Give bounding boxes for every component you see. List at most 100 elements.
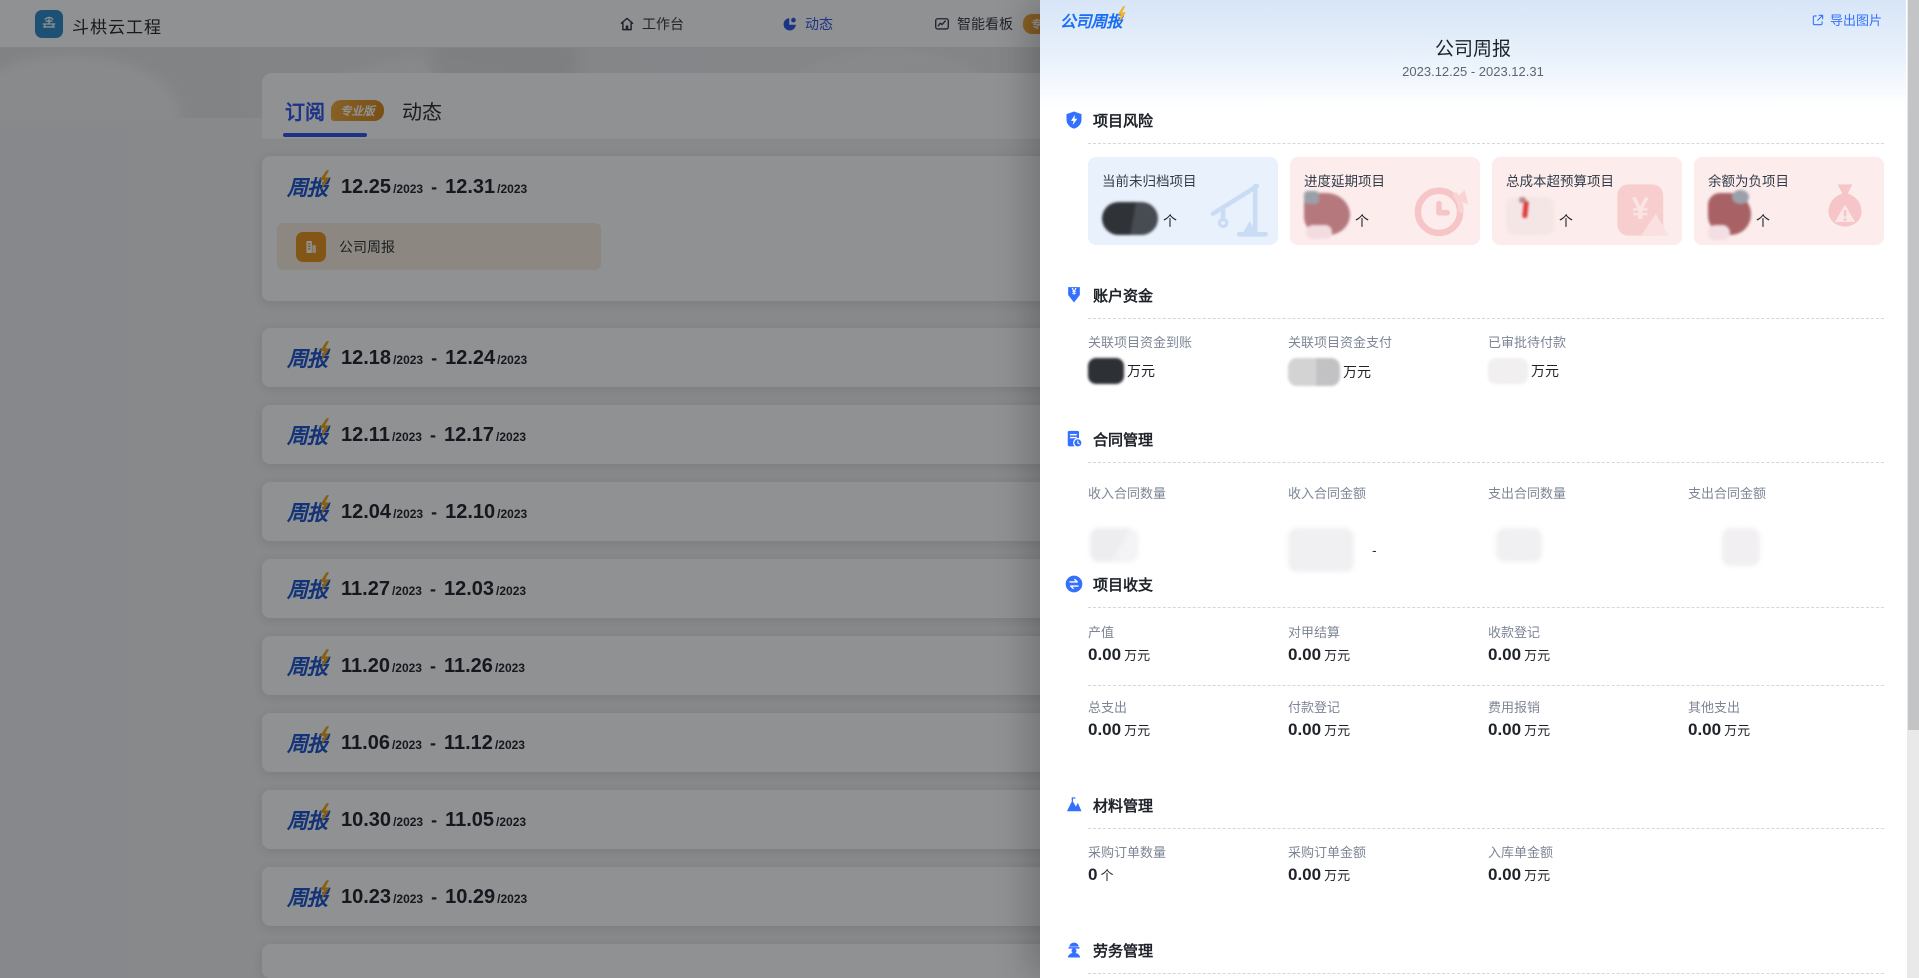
- export-icon: [1811, 13, 1825, 27]
- stat-output-value: 产值 0.00万元: [1088, 622, 1288, 669]
- stat-value: 0: [1088, 865, 1097, 885]
- redacted-value: [1506, 197, 1554, 235]
- dash-value: -: [1372, 542, 1377, 558]
- svg-text:¥: ¥: [1072, 287, 1077, 297]
- stat-unit: 万元: [1524, 865, 1550, 884]
- moneybag-warning-icon: [1812, 177, 1878, 243]
- stat-unit: 万元: [1724, 720, 1750, 739]
- shield-bolt-icon: [1064, 110, 1084, 130]
- redacted-value: [1488, 358, 1528, 384]
- stat-purchase-order-amount: 采购订单金额 0.00万元: [1288, 842, 1488, 889]
- app-root: 斗栱云工程 工作台 动态 智能看板 专业版: [0, 0, 1919, 978]
- risk-unit: 个: [1559, 211, 1573, 235]
- stat-value: 0.00: [1488, 865, 1521, 885]
- stat-value: 0.00: [1288, 645, 1321, 665]
- stat-receipt-register: 收款登记 0.00万元: [1488, 622, 1688, 669]
- panel-brand-logo: 公司周报: [1060, 8, 1122, 32]
- section-project-income-expense: 项目收支 产值 0.00万元 对甲结算 0.00万元 收款登记 0.00万元: [1064, 572, 1884, 744]
- stat-unit: 个: [1100, 865, 1113, 884]
- section-title: 项目风险: [1093, 110, 1153, 131]
- redacted-value: [1496, 528, 1542, 562]
- redacted-value: [1288, 358, 1340, 386]
- stat-other-expense: 其他支出 0.00万元: [1688, 697, 1888, 744]
- svg-text:¥: ¥: [1632, 191, 1650, 226]
- dashed-divider: [1088, 462, 1884, 463]
- stat-value: 0.00: [1088, 720, 1121, 740]
- export-image-label: 导出图片: [1830, 10, 1882, 29]
- exchange-icon: [1064, 574, 1084, 594]
- section-title: 项目收支: [1093, 574, 1153, 595]
- panel-date-range: 2023.12.25 - 2023.12.31: [1040, 64, 1906, 79]
- risk-unit: 个: [1756, 211, 1770, 235]
- stat-value: 0.00: [1288, 865, 1321, 885]
- stat-value: 0.00: [1488, 720, 1521, 740]
- stat-expense-reimburse: 费用报销 0.00万元: [1488, 697, 1688, 744]
- redacted-value: [1288, 528, 1354, 572]
- scrollbar-thumb[interactable]: [1908, 0, 1919, 730]
- dashed-divider: [1088, 973, 1884, 974]
- section-contract-management: 合同管理 收入合同数量 收入合同金额 支出合同数量 支出合同金额 -: [1064, 427, 1884, 578]
- yen-icon: ¥: [1610, 177, 1676, 243]
- stat-label: 支出合同金额: [1688, 483, 1888, 501]
- risk-card-over-budget: 总成本超预算项目 个 ¥: [1492, 157, 1682, 245]
- section-title: 账户资金: [1093, 285, 1153, 306]
- stat-value: 0.00: [1688, 720, 1721, 740]
- stat-unit: 万元: [1324, 865, 1350, 884]
- risk-card-unarchived: 当前未归档项目 个: [1088, 157, 1278, 245]
- section-title: 劳务管理: [1093, 940, 1153, 961]
- dashed-divider: [1088, 685, 1884, 686]
- stat-label: 已审批待付款: [1488, 332, 1688, 350]
- worker-icon: [1064, 940, 1084, 960]
- dashed-divider: [1088, 143, 1884, 144]
- section-material-management: 材料管理 采购订单数量 0个 采购订单金额 0.00万元 入库单金额 0.00万…: [1064, 793, 1884, 889]
- crane-icon: [1198, 177, 1272, 243]
- dashed-divider: [1088, 828, 1884, 829]
- stat-unit: 万元: [1124, 720, 1150, 739]
- stat-label: 关联项目资金到账: [1088, 332, 1288, 350]
- panel-title: 公司周报: [1040, 34, 1906, 61]
- stat-unit: 万元: [1124, 645, 1150, 664]
- stat-label: 收入合同金额: [1288, 483, 1488, 501]
- overlay-scrim[interactable]: [0, 0, 1040, 978]
- contract-doc-icon: [1064, 429, 1084, 449]
- stat-value: 0.00: [1088, 645, 1121, 665]
- stat-funds-approved-pending: 已审批待付款 万元: [1488, 332, 1688, 386]
- stat-purchase-order-count: 采购订单数量 0个: [1088, 842, 1288, 889]
- stat-value: 0.00: [1288, 720, 1321, 740]
- dashed-divider: [1088, 607, 1884, 608]
- company-weekly-report-panel: 公司周报 导出图片 公司周报 2023.12.25 - 2023.12.31 项…: [1040, 0, 1906, 978]
- risk-card-negative-balance: 余额为负项目 个: [1694, 157, 1884, 245]
- export-image-button[interactable]: 导出图片: [1811, 10, 1882, 29]
- scrollbar[interactable]: [1906, 0, 1919, 978]
- funds-yen-icon: ¥: [1064, 285, 1084, 305]
- redacted-value: [1090, 528, 1138, 562]
- stat-funds-received: 关联项目资金到账 万元: [1088, 332, 1288, 386]
- stat-label: 收入合同数量: [1088, 483, 1288, 501]
- dashed-divider: [1088, 318, 1884, 319]
- risk-unit: 个: [1355, 211, 1369, 235]
- section-account-funds: ¥ 账户资金 关联项目资金到账 万元 关联项目资金支付 万元: [1064, 283, 1884, 386]
- stat-unit: 万元: [1127, 361, 1155, 381]
- redacted-value: [1102, 202, 1158, 235]
- clock-icon: [1404, 177, 1474, 243]
- redacted-value: [1708, 193, 1751, 235]
- redacted-value: [1088, 358, 1124, 384]
- stat-unit: 万元: [1524, 720, 1550, 739]
- stat-payment-register: 付款登记 0.00万元: [1288, 697, 1488, 744]
- bolt-icon: [1116, 6, 1127, 23]
- stat-inbound-amount: 入库单金额 0.00万元: [1488, 842, 1688, 889]
- stat-value: 0.00: [1488, 645, 1521, 665]
- stat-total-expense: 总支出 0.00万元: [1088, 697, 1288, 744]
- redacted-value: [1304, 193, 1350, 235]
- section-title: 材料管理: [1093, 795, 1153, 816]
- risk-unit: 个: [1163, 211, 1177, 235]
- stat-unit: 万元: [1531, 361, 1559, 381]
- stat-unit: 万元: [1343, 362, 1371, 382]
- stat-unit: 万元: [1324, 645, 1350, 664]
- redacted-value: [1722, 528, 1760, 566]
- section-labor-management: 劳务管理: [1064, 938, 1884, 974]
- stat-funds-paid: 关联项目资金支付 万元: [1288, 332, 1488, 386]
- section-title: 合同管理: [1093, 429, 1153, 450]
- material-pile-icon: [1064, 795, 1084, 815]
- stat-unit: 万元: [1324, 720, 1350, 739]
